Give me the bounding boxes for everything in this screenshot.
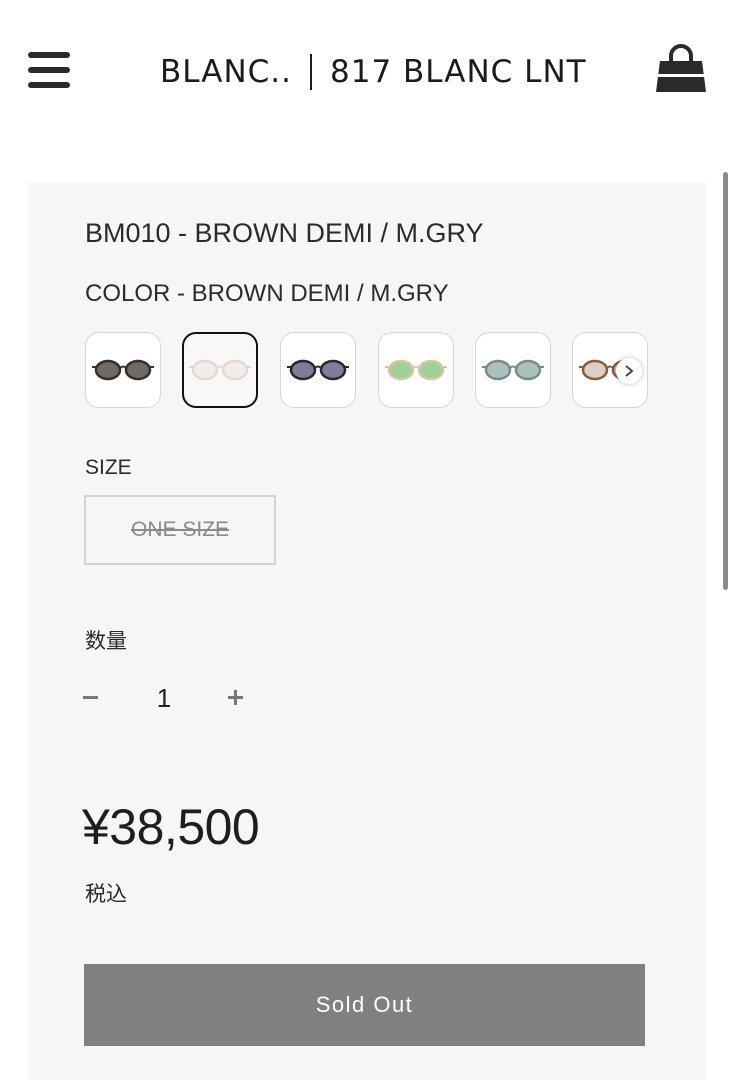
sunglasses-thumbnail <box>92 359 154 381</box>
sunglasses-thumbnail <box>482 359 544 381</box>
color-swatch[interactable] <box>280 332 356 408</box>
sold-out-button[interactable]: Sold Out <box>84 964 645 1046</box>
color-swatch[interactable] <box>475 332 551 408</box>
quantity-decrease-button[interactable] <box>80 682 104 712</box>
color-swatch-carousel <box>85 332 655 410</box>
quantity-label: 数量 <box>85 630 127 653</box>
size-label: SIZE <box>85 456 132 479</box>
quantity-increase-button[interactable] <box>224 682 248 712</box>
sunglasses-thumbnail <box>287 359 349 381</box>
shopping-bag-icon[interactable] <box>654 44 708 96</box>
size-option-button[interactable]: ONE SIZE <box>84 495 276 565</box>
brand-divider <box>310 54 312 90</box>
quantity-value[interactable]: 1 <box>150 682 178 714</box>
product-price: ¥38,500 <box>82 799 260 855</box>
chevron-right-icon <box>625 365 634 377</box>
product-panel <box>28 183 706 1080</box>
store-name: 817 BLANC LNT <box>330 54 587 90</box>
brand-name: BLANC.. <box>160 54 292 90</box>
tax-included-note: 税込 <box>85 883 127 906</box>
sunglasses-thumbnail <box>189 359 251 381</box>
color-swatch[interactable] <box>378 332 454 408</box>
site-header: BLANC.. 817 BLANC LNT <box>0 0 736 150</box>
color-swatch-selected[interactable] <box>182 332 258 408</box>
scrollbar[interactable] <box>723 172 728 590</box>
hamburger-menu-icon[interactable] <box>28 52 70 88</box>
sunglasses-thumbnail <box>385 359 447 381</box>
selected-color-label: COLOR - BROWN DEMI / M.GRY <box>85 280 449 307</box>
color-swatch[interactable] <box>85 332 161 408</box>
site-logo[interactable]: BLANC.. 817 BLANC LNT <box>160 50 587 94</box>
carousel-next-button[interactable] <box>616 358 642 384</box>
product-title: BM010 - BROWN DEMI / M.GRY <box>85 218 484 248</box>
